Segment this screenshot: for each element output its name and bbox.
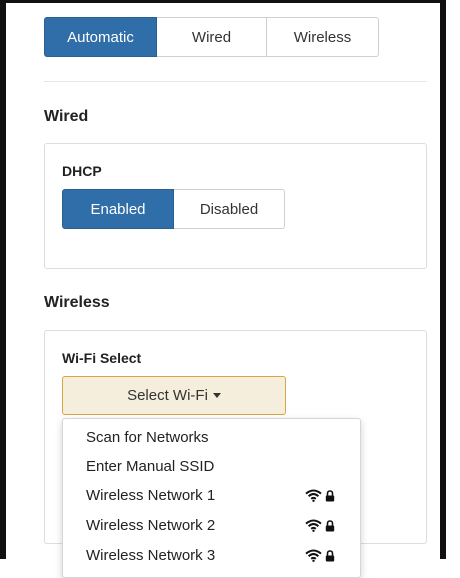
- wifi-select-label: Wi-Fi Select: [62, 350, 142, 366]
- menu-item-network-1[interactable]: Wireless Network 1: [63, 481, 360, 510]
- tab-wireless[interactable]: Wireless: [267, 17, 379, 57]
- wifi-icon: [305, 549, 322, 562]
- lock-icon: [325, 549, 335, 562]
- wired-section-title: Wired: [44, 108, 89, 125]
- lock-icon: [325, 519, 335, 532]
- wifi-icon: [305, 519, 322, 532]
- menu-item-label: Wireless Network 2: [86, 517, 216, 534]
- tab-wired[interactable]: Wired: [157, 17, 267, 57]
- lock-icon: [325, 489, 335, 502]
- dhcp-label: DHCP: [62, 163, 102, 179]
- menu-item-scan[interactable]: Scan for Networks: [63, 423, 360, 452]
- select-wifi-label: Select Wi-Fi: [127, 387, 208, 404]
- wifi-dropdown-menu: Scan for Networks Enter Manual SSID Wire…: [62, 418, 361, 578]
- wireless-section-title: Wireless: [44, 294, 110, 311]
- tab-automatic[interactable]: Automatic: [44, 17, 157, 57]
- menu-item-network-2[interactable]: Wireless Network 2: [63, 511, 360, 540]
- dhcp-disabled-button[interactable]: Disabled: [174, 189, 285, 229]
- menu-item-label: Wireless Network 1: [86, 487, 216, 504]
- menu-item-label: Scan for Networks: [86, 429, 209, 446]
- menu-item-label: Wireless Network 3: [86, 547, 216, 564]
- menu-item-label: Enter Manual SSID: [86, 458, 215, 475]
- caret-down-icon: [212, 393, 221, 398]
- menu-item-manual-ssid[interactable]: Enter Manual SSID: [63, 452, 360, 481]
- select-wifi-button[interactable]: Select Wi-Fi: [62, 376, 286, 415]
- section-divider: [44, 81, 427, 82]
- connection-mode-tabs: Automatic Wired Wireless: [44, 17, 379, 57]
- dhcp-enabled-button[interactable]: Enabled: [62, 189, 174, 229]
- menu-item-network-3[interactable]: Wireless Network 3: [63, 541, 360, 570]
- dhcp-toggle: Enabled Disabled: [62, 189, 285, 229]
- wifi-icon: [305, 489, 322, 502]
